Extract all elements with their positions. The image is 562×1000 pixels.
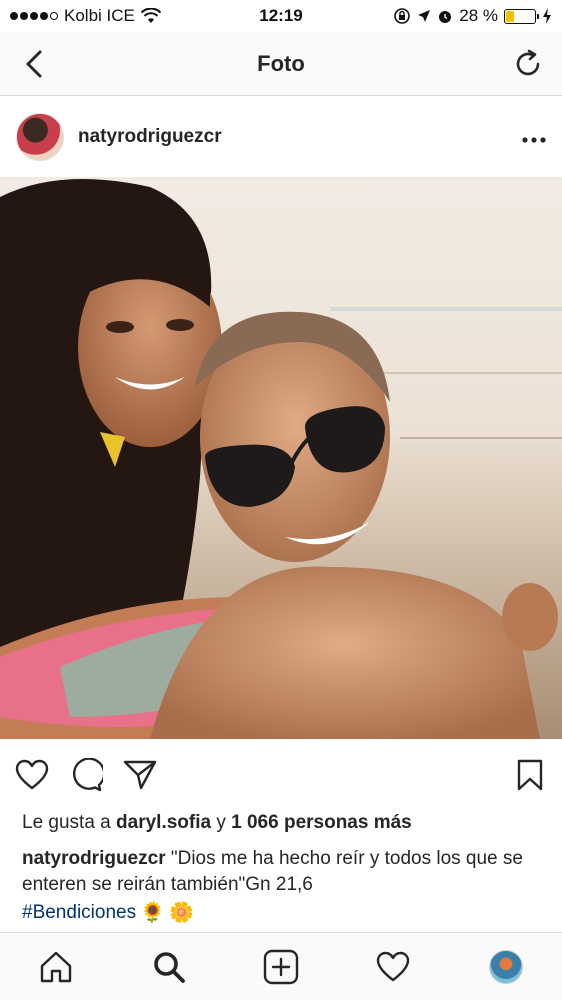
tab-search[interactable]	[151, 949, 187, 985]
comment-button[interactable]	[68, 757, 104, 793]
likes-connector: y	[216, 812, 226, 833]
post-photo-illustration	[0, 177, 562, 739]
post-actions	[0, 745, 562, 805]
battery-percent: 28 %	[459, 6, 498, 25]
refresh-button[interactable]	[510, 46, 546, 82]
refresh-icon	[516, 49, 540, 75]
tab-activity[interactable]	[375, 949, 411, 985]
like-button[interactable]	[14, 757, 50, 793]
battery-fill	[506, 10, 514, 22]
post-photo[interactable]	[0, 177, 562, 739]
activity-icon	[377, 951, 410, 981]
status-left: Kolbi ICE	[10, 6, 161, 26]
page-title: Foto	[257, 50, 305, 76]
share-button[interactable]	[122, 757, 158, 793]
nav-header: Foto	[0, 32, 562, 96]
search-icon	[153, 951, 185, 983]
likes-summary: Le gusta a daryl.sofia y 1 066 personas …	[22, 812, 412, 834]
location-icon	[418, 10, 431, 22]
tab-profile[interactable]	[488, 949, 524, 985]
post-header: natyrodriguezcr	[0, 97, 562, 177]
carrier-name: Kolbi ICE	[64, 6, 135, 25]
status-right: 28 %	[393, 6, 552, 26]
share-icon	[123, 760, 157, 790]
bookmark-icon	[517, 759, 543, 791]
more-options-button[interactable]	[522, 124, 546, 150]
battery-icon	[504, 8, 539, 24]
new-post-icon	[263, 949, 299, 984]
sunflower-emoji: 🌻	[140, 902, 165, 924]
bottom-tab-bar	[0, 932, 562, 1000]
hashtag-line: #Bendiciones 🌻 🌼	[22, 900, 194, 925]
comment-icon	[72, 758, 103, 792]
charging-icon	[543, 8, 551, 24]
likes-count[interactable]: 1 066 personas más	[231, 812, 412, 833]
author-username[interactable]: natyrodriguezcr	[78, 126, 522, 148]
hashtag-link[interactable]: #Bendiciones	[22, 902, 136, 924]
post-caption: natyrodriguezcr "Dios me ha hecho reír y…	[22, 846, 547, 898]
heart-icon	[15, 759, 49, 790]
blossom-emoji: 🌼	[169, 902, 194, 924]
status-bar: Kolbi ICE 12:19 28 %	[0, 0, 562, 32]
signal-strength-icon	[10, 12, 58, 20]
likes-prefix: Le gusta a	[22, 812, 111, 833]
tab-new-post[interactable]	[263, 949, 299, 985]
back-button[interactable]	[16, 46, 52, 82]
chevron-left-icon	[26, 50, 42, 77]
more-horizontal-icon	[522, 137, 546, 143]
tab-home[interactable]	[38, 949, 74, 985]
alarm-icon	[439, 11, 452, 23]
liked-by-user[interactable]: daryl.sofia	[116, 812, 211, 833]
rotation-lock-icon	[394, 8, 411, 24]
caption-author[interactable]: natyrodriguezcr	[22, 848, 166, 869]
save-button[interactable]	[512, 757, 548, 793]
wifi-icon	[140, 8, 161, 23]
profile-avatar	[488, 949, 523, 984]
home-icon	[40, 951, 72, 982]
author-avatar[interactable]	[16, 113, 64, 161]
